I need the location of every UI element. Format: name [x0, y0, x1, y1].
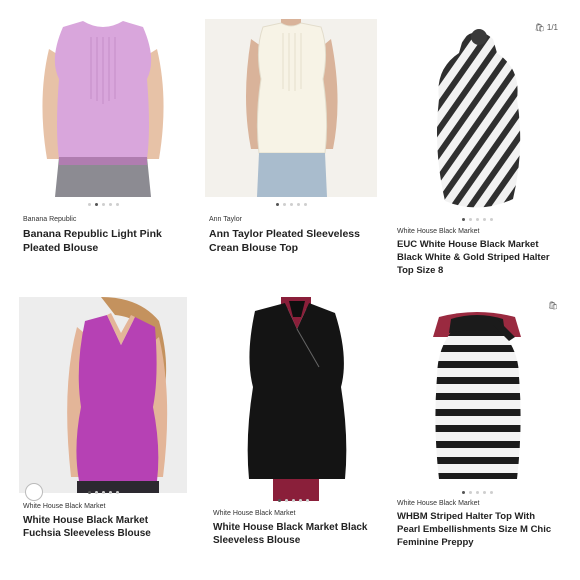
- carousel-dots[interactable]: [19, 203, 187, 206]
- listing-title[interactable]: WHBM Striped Halter Top With Pearl Embel…: [397, 510, 558, 549]
- listing-meta-4: White House Black Market White House Bla…: [19, 483, 187, 559]
- listing-card-5[interactable]: White House Black Market White House Bla…: [209, 297, 377, 559]
- listing-meta-6: White House Black Market WHBM Striped Ha…: [393, 491, 562, 559]
- listing-brand: White House Black Market: [213, 510, 296, 517]
- product-photo-2[interactable]: [205, 19, 377, 197]
- listing-title[interactable]: White House Black Market Fuchsia Sleevel…: [23, 514, 183, 540]
- carousel-dots[interactable]: [393, 218, 562, 221]
- product-photo-1[interactable]: [19, 19, 187, 197]
- listing-brand: White House Black Market: [397, 500, 480, 507]
- product-photo-5[interactable]: [209, 297, 377, 501]
- listing-brand: White House Black Market: [23, 503, 106, 510]
- carousel-dots[interactable]: [19, 491, 187, 494]
- carousel-dots[interactable]: [205, 203, 377, 206]
- listing-brand: Ann Taylor: [209, 216, 242, 223]
- bag-icon[interactable]: 🛍 1/1: [535, 23, 559, 32]
- product-photo-4[interactable]: [19, 297, 187, 493]
- listing-card-2[interactable]: Ann Taylor Ann Taylor Pleated Sleeveless…: [205, 19, 377, 281]
- listing-card-6[interactable]: 🛍 White House Black Market WHBM Striped …: [393, 297, 562, 559]
- listing-meta-5: White House Black Market White House Bla…: [209, 499, 377, 559]
- listing-title[interactable]: Ann Taylor Pleated Sleeveless Crean Blou…: [209, 227, 373, 255]
- listing-meta-1: Banana Republic Banana Republic Light Pi…: [19, 197, 187, 281]
- listing-meta-2: Ann Taylor Ann Taylor Pleated Sleeveless…: [205, 197, 377, 281]
- listing-card-1[interactable]: Banana Republic Banana Republic Light Pi…: [19, 19, 187, 281]
- listing-card-4[interactable]: White House Black Market White House Bla…: [19, 297, 187, 559]
- bag-icon[interactable]: 🛍: [548, 301, 558, 310]
- listing-meta-3: White House Black Market EUC White House…: [393, 218, 562, 281]
- listing-title[interactable]: White House Black Market Black Sleeveles…: [213, 521, 373, 547]
- listing-brand: White House Black Market: [397, 228, 480, 235]
- carousel-dots[interactable]: [209, 499, 377, 502]
- product-photo-3[interactable]: 🛍 1/1: [393, 19, 562, 221]
- listing-title[interactable]: Banana Republic Light Pink Pleated Blous…: [23, 227, 183, 255]
- listing-title[interactable]: EUC White House Black Market Black White…: [397, 238, 558, 277]
- listing-card-3[interactable]: 🛍 1/1 White House Black Market EUC White…: [393, 19, 562, 281]
- product-photo-6[interactable]: 🛍: [393, 297, 562, 495]
- carousel-dots[interactable]: [393, 491, 562, 494]
- listing-brand: Banana Republic: [23, 216, 77, 223]
